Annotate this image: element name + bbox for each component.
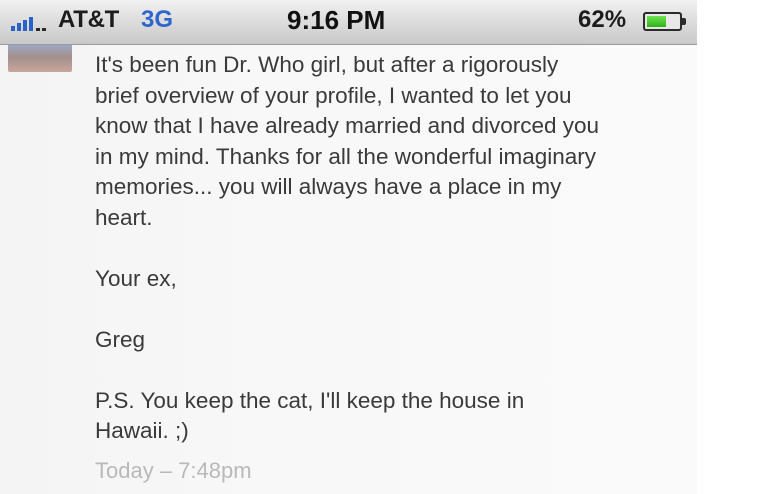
network-type: 3G — [141, 6, 174, 33]
message-line: know that I have already married and div… — [95, 113, 600, 138]
message-screen: AT&T 3G 9:16 PM 62% It's been fun Dr. Wh… — [0, 0, 697, 494]
status-time: 9:16 PM — [287, 5, 386, 35]
message-line: brief overview of your profile, I wanted… — [95, 82, 572, 108]
message-body: It's been fun Dr. Who girl, but after a … — [95, 50, 695, 447]
message-signature: Greg — [95, 326, 146, 352]
carrier-name: AT&T — [58, 6, 120, 33]
battery-percent: 62% — [578, 6, 627, 33]
message-line: in my mind. Thanks for all the wonderful… — [95, 143, 597, 169]
battery-icon — [643, 12, 686, 31]
message-postscript-line: P.S. You keep the cat, I'll keep the hou… — [95, 387, 525, 413]
message-postscript-line: Hawaii. ;) — [95, 418, 189, 443]
message-line: memories... you will always have a place… — [95, 174, 562, 199]
message-signoff: Your ex, — [95, 265, 177, 291]
sender-avatar[interactable] — [8, 45, 72, 72]
message-line: heart. — [95, 204, 153, 230]
message-timestamp: Today – 7:48pm — [95, 458, 252, 483]
message-line: It's been fun Dr. Who girl, but after a … — [95, 52, 559, 77]
status-bar: AT&T 3G 9:16 PM 62% — [0, 0, 697, 45]
signal-strength-icon — [11, 15, 53, 31]
